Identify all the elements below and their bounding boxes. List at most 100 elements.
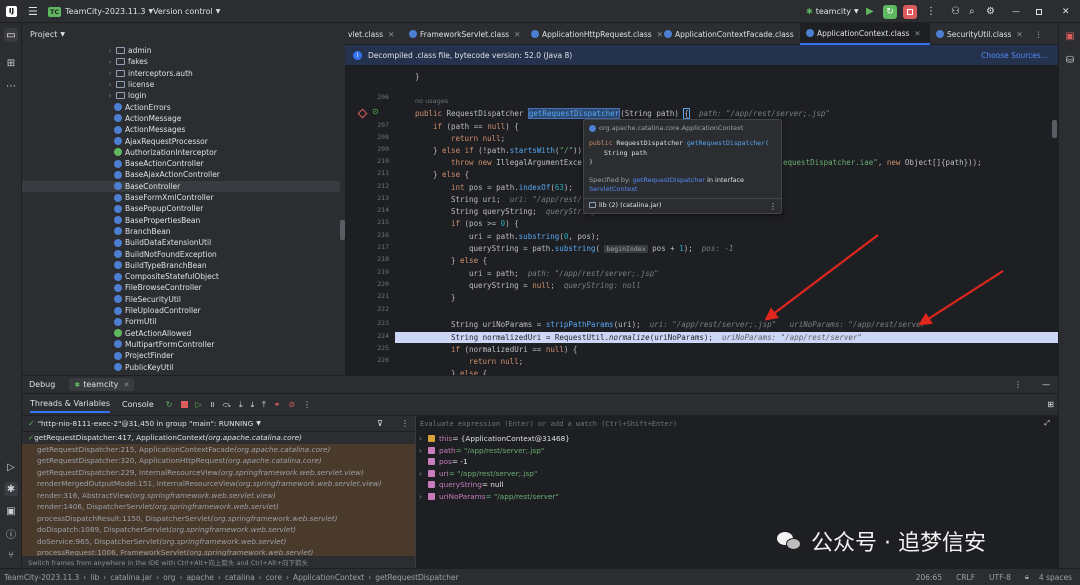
stack-frame[interactable]: renderMergedOutputModel:151, InternalRes… [22, 478, 415, 490]
more-icon[interactable]: ⋮ [926, 0, 936, 23]
tree-item[interactable]: › interceptors.auth [22, 68, 345, 79]
tab-overflow-icon[interactable]: ⋮ [1035, 23, 1055, 45]
tab-securityutil[interactable]: SecurityUtil.class ✕ [930, 23, 1030, 45]
vcs-menu[interactable]: Version control ▼ [153, 0, 220, 23]
implements-icon[interactable]: ⊙ [372, 107, 379, 116]
breadcrumb-item[interactable]: ApplicationContext [293, 573, 364, 582]
tree-item[interactable]: ActionErrors [22, 102, 345, 113]
tree-item[interactable]: ProjectFinder [22, 350, 345, 361]
breadcrumb-item[interactable]: org [163, 573, 175, 582]
resume-icon[interactable]: ▷ [196, 400, 202, 409]
tab-threads-variables[interactable]: Threads & Variables [30, 396, 111, 413]
variable-row[interactable]: › this = {ApplicationContext@31468} [419, 433, 570, 445]
close-icon[interactable]: ✕ [914, 29, 920, 38]
stack-frame[interactable]: getRequestDispatcher:229, InternalResour… [22, 467, 415, 479]
tree-item[interactable]: ActionMessage [22, 113, 345, 124]
choose-sources-link[interactable]: Choose Sources... [981, 51, 1048, 60]
tree-item[interactable]: BaseActionController [22, 158, 345, 169]
folder-icon[interactable]: ▭ [4, 28, 18, 42]
lock-icon[interactable]: 🔒︎ [1025, 572, 1029, 582]
tree-item[interactable]: FileBrowseController [22, 282, 345, 293]
tree-item[interactable]: FileUploadController [22, 305, 345, 316]
notifications-icon[interactable]: ▣ [1063, 29, 1077, 43]
stop-icon[interactable] [903, 0, 917, 23]
stack-frame[interactable]: ✓ getRequestDispatcher:417, ApplicationC… [22, 432, 415, 444]
stack-frame[interactable]: processDispatchResult:1150, DispatcherSe… [22, 513, 415, 525]
pause-icon[interactable]: ॥ [210, 399, 215, 410]
chevron-right-icon[interactable]: › [419, 446, 428, 455]
caret-position[interactable]: 206:65 [916, 573, 942, 582]
project-panel-header[interactable]: Project ▼ [22, 23, 345, 45]
breadcrumb-item[interactable]: getRequestDispatcher [375, 573, 458, 582]
chevron-right-icon[interactable]: › [106, 58, 114, 66]
tree-item[interactable]: BaseAjaxActionController [22, 169, 345, 180]
stack-frame[interactable]: getRequestDispatcher:320, ApplicationHtt… [22, 455, 415, 467]
database-icon[interactable]: ⛁ [1063, 53, 1077, 67]
tree-item[interactable]: › admin [22, 45, 345, 56]
tree-item[interactable]: › login [22, 90, 345, 101]
tree-item[interactable]: MultipartFormController [22, 339, 345, 350]
tab-applicationcontextfacade[interactable]: ApplicationContextFacade.class ✕ [658, 23, 805, 45]
breadcrumb-item[interactable]: catalina [225, 573, 255, 582]
debug-tab[interactable]: Debug [29, 380, 55, 389]
close-icon[interactable]: ✕ [1016, 30, 1022, 39]
stack-frame[interactable]: getRequestDispatcher:215, ApplicationCon… [22, 444, 415, 456]
tree-item[interactable]: BuildNotFoundException [22, 248, 345, 259]
editor-scrollbar-thumb[interactable] [1052, 120, 1057, 138]
step-out-icon[interactable]: ⤒ [262, 400, 266, 410]
line-separator[interactable]: CRLF [956, 573, 975, 582]
tree-item[interactable]: PublicKeyUtil [22, 361, 345, 372]
breakpoint-icon[interactable] [357, 108, 368, 119]
tree-item[interactable]: › license [22, 79, 345, 90]
terminal-icon[interactable]: ▣ [4, 504, 18, 518]
evaluate-input[interactable]: Evaluate expression (Enter) or add a wat… [420, 420, 677, 428]
tree-item[interactable]: BuildDataExtensionUtil [22, 237, 345, 248]
rerun-icon[interactable]: ↻ [166, 400, 173, 409]
tab-applicationcontext[interactable]: ApplicationContext.class ✕ [800, 23, 930, 45]
encoding[interactable]: UTF-8 [989, 573, 1011, 582]
project-switcher[interactable]: TC TeamCity-2023.11.3 ▼ [48, 0, 153, 23]
tree-item[interactable]: ActionMessages [22, 124, 345, 135]
debug-rerun-icon[interactable]: ↻ [883, 0, 897, 23]
tree-item[interactable]: BaseFormXmlController [22, 192, 345, 203]
search-icon[interactable]: ⌕ [969, 0, 975, 23]
view-breakpoints-icon[interactable]: ⚭ [274, 400, 281, 409]
variable-row[interactable]: pos = -1 [419, 456, 468, 468]
debug-session-tab[interactable]: ✱ teamcity ✕ [69, 378, 135, 391]
close-icon[interactable]: ✕ [123, 381, 129, 389]
minimize-panel-icon[interactable]: — [1042, 380, 1050, 389]
tree-item[interactable]: CompositeStatefulObject [22, 271, 345, 282]
chevron-right-icon[interactable]: › [106, 47, 114, 55]
variable-row[interactable]: › uri = "/app/rest/server;.jsp" [419, 468, 537, 480]
step-into-icon[interactable]: ⤓ [239, 400, 243, 410]
chevron-right-icon[interactable]: › [419, 492, 428, 501]
more-tools-icon[interactable]: ⋯ [4, 79, 18, 93]
chevron-right-icon[interactable]: › [419, 434, 428, 443]
variable-row[interactable]: › uriNoParams = "/app/rest/server" [419, 491, 559, 503]
tree-item[interactable]: › fakes [22, 56, 345, 67]
chevron-right-icon[interactable]: › [106, 92, 114, 100]
chevron-right-icon[interactable]: › [106, 81, 114, 89]
step-over-icon[interactable]: ⤼ [222, 400, 231, 410]
chevron-right-icon[interactable]: › [106, 69, 114, 77]
variable-row[interactable]: queryString = null [419, 479, 504, 491]
run-tool-icon[interactable]: ▷ [4, 460, 18, 474]
more-icon[interactable]: ⋮ [1014, 380, 1022, 389]
main-menu-icon[interactable]: ☰ [28, 0, 38, 23]
tree-item[interactable]: AuthorizationInterceptor [22, 147, 345, 158]
stack-frame[interactable]: doDispatch:1089, DispatcherServlet (org.… [22, 524, 415, 536]
tree-item[interactable]: BaseController [22, 180, 345, 192]
tree-item[interactable]: BasePropertiesBean [22, 215, 345, 226]
run-icon[interactable]: ▶ [866, 0, 874, 23]
tree-item[interactable]: BasePopupController [22, 203, 345, 214]
run-config-selector[interactable]: ✱ teamcity ▼ [806, 0, 859, 23]
doc-specified-method[interactable]: getRequestDispatcher [633, 176, 705, 184]
tree-item[interactable]: FormUtil [22, 316, 345, 327]
tab-applicationhttprequest[interactable]: ApplicationHttpRequest.class ✕ [525, 23, 663, 45]
breadcrumb-item[interactable]: core [266, 573, 282, 582]
breadcrumb-item[interactable]: catalina.jar [110, 573, 152, 582]
breadcrumb-item[interactable]: apache [186, 573, 213, 582]
add-user-icon[interactable]: ⚇ [951, 0, 960, 23]
tree-item[interactable]: BranchBean [22, 226, 345, 237]
tab-servlet[interactable]: vlet.class ✕ [345, 23, 403, 45]
